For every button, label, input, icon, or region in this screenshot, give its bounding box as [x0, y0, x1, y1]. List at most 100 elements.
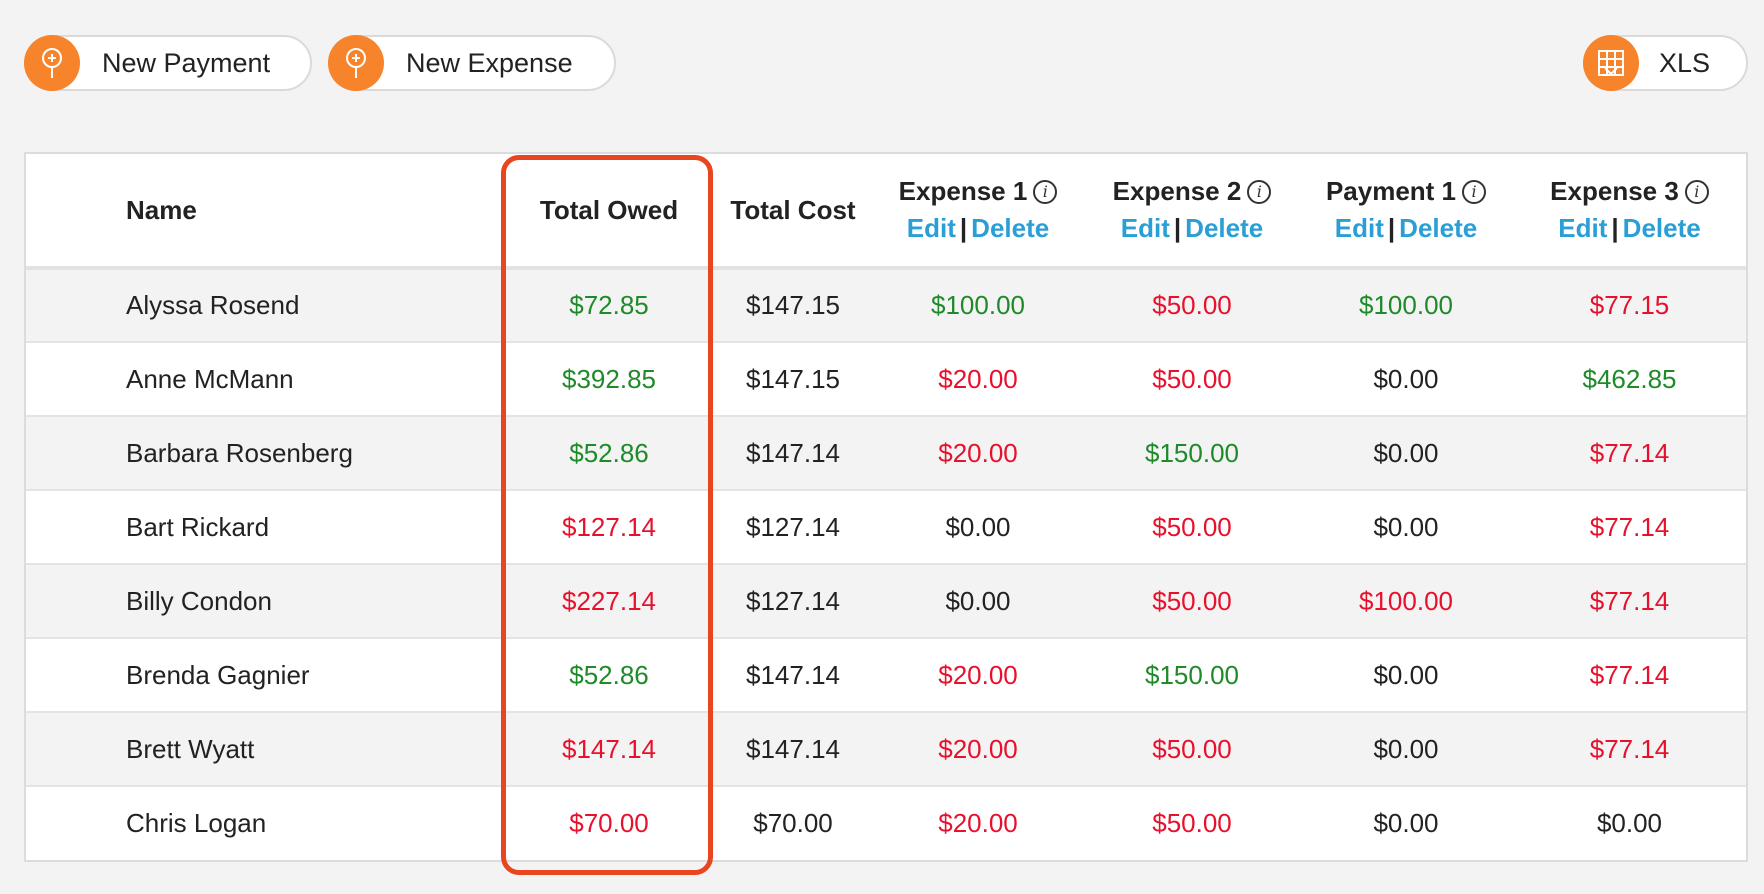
expense-title-text: Payment 1: [1325, 176, 1457, 206]
separator: |: [1173, 213, 1182, 243]
table-row: Barbara Rosenberg $52.86 $147.14 $20.00 $150…: [26, 415, 1746, 490]
total-owed-cell: $392.85: [503, 341, 715, 416]
expense-title-text: Expense 3: [1550, 176, 1679, 206]
edit-link[interactable]: Edit: [1335, 213, 1384, 243]
edit-link[interactable]: Edit: [907, 213, 956, 243]
new-payment-button[interactable]: New Payment: [24, 35, 312, 91]
total-owed-cell: $52.86: [503, 637, 715, 712]
name-cell: Brenda Gagnier: [26, 637, 503, 712]
info-icon[interactable]: i: [1684, 179, 1709, 204]
separator: |: [1611, 213, 1619, 243]
total-cost-cell: $147.15: [715, 267, 871, 342]
total-cost-cell: $70.00: [715, 785, 871, 860]
edit-link[interactable]: Edit: [1121, 213, 1170, 243]
amount-cell: $20.00: [871, 637, 1085, 712]
expense-title-text: Expense 1: [898, 176, 1028, 206]
total-cost-cell: $127.14: [715, 489, 871, 564]
expense-title: Expense 3i: [1513, 176, 1746, 207]
balances-table: Name Total Owed Total Cost Expense 1 i Edi…: [24, 152, 1748, 862]
amount-cell: $0.00: [1299, 711, 1513, 786]
total-cost-cell: $147.14: [715, 711, 871, 786]
new-payment-label: New Payment: [102, 47, 271, 78]
expense-title: Expense 1i: [871, 176, 1085, 207]
amount-cell: $50.00: [1085, 341, 1299, 416]
header-total-cost: Total Cost: [715, 154, 871, 270]
table-row: Chris Logan $70.00 $70.00 $20.00 $50.00 $0.00…: [26, 785, 1746, 860]
total-cost-cell: $147.15: [715, 341, 871, 416]
info-icon[interactable]: i: [1247, 179, 1272, 204]
expense-actions: Edit | Delete: [871, 213, 1085, 244]
name-cell: Bart Rickard: [26, 489, 503, 564]
total-owed-cell: $70.00: [503, 785, 715, 860]
new-expense-label: New Expense: [406, 47, 573, 78]
total-owed-cell: $72.85: [503, 267, 715, 342]
delete-link[interactable]: Delete: [1185, 213, 1263, 243]
amount-cell: $0.00: [1299, 785, 1513, 860]
expense-title-text: Expense 2: [1112, 176, 1242, 206]
total-owed-cell: $52.86: [503, 415, 715, 490]
total-owed-cell: $227.14: [503, 563, 715, 638]
header-name: Name: [26, 154, 503, 270]
name-cell: Barbara Rosenberg: [26, 415, 503, 490]
info-icon[interactable]: i: [1462, 179, 1487, 204]
add-pin-icon: [24, 35, 80, 91]
amount-cell: $50.00: [1085, 563, 1299, 638]
amount-cell: $0.00: [871, 563, 1085, 638]
amount-cell: $50.00: [1085, 711, 1299, 786]
header-expense-col: Expense 2 i Edit | Delete: [1085, 154, 1299, 270]
amount-cell: $77.14: [1513, 563, 1746, 638]
name-cell: Alyssa Rosend: [26, 267, 503, 342]
amount-cell: $100.00: [1299, 563, 1513, 638]
header-expense-col: Expense 3 i Edit | Delete: [1513, 154, 1746, 270]
amount-cell: $77.15: [1513, 267, 1746, 342]
amount-cell: $50.00: [1085, 489, 1299, 564]
name-cell: Chris Logan: [26, 785, 503, 860]
expense-actions: Edit | Delete: [1513, 213, 1746, 244]
expense-title: Expense 2i: [1085, 176, 1299, 207]
amount-cell: $462.85: [1513, 341, 1746, 416]
new-expense-button[interactable]: New Expense: [328, 35, 616, 91]
amount-cell: $20.00: [871, 415, 1085, 490]
edit-link[interactable]: Edit: [1558, 213, 1607, 243]
amount-cell: $0.00: [1513, 785, 1746, 860]
expense-title: Payment 1i: [1299, 176, 1513, 207]
amount-cell: $0.00: [1299, 489, 1513, 564]
amount-cell: $50.00: [1085, 267, 1299, 342]
header-row: Name Total Owed Total Cost Expense 1 i Edi…: [26, 154, 1746, 270]
amount-cell: $0.00: [1299, 637, 1513, 712]
table-row: Billy Condon $227.14 $127.14 $0.00 $50.00 $10…: [26, 563, 1746, 638]
amount-cell: $77.14: [1513, 637, 1746, 712]
separator: |: [1387, 213, 1396, 243]
expense-actions: Edit | Delete: [1299, 213, 1513, 244]
total-cost-cell: $127.14: [715, 563, 871, 638]
info-icon[interactable]: i: [1033, 179, 1058, 204]
amount-cell: $100.00: [1299, 267, 1513, 342]
amount-cell: $0.00: [871, 489, 1085, 564]
amount-cell: $100.00: [871, 267, 1085, 342]
header-expense-col: Payment 1 i Edit | Delete: [1299, 154, 1513, 270]
amount-cell: $150.00: [1085, 637, 1299, 712]
header-total-owed: Total Owed: [503, 154, 715, 270]
name-cell: Anne McMann: [26, 341, 503, 416]
amount-cell: $20.00: [871, 711, 1085, 786]
delete-link[interactable]: Delete: [971, 213, 1049, 243]
table-row: Alyssa Rosend $72.85 $147.15 $100.00 $50.00 $…: [26, 267, 1746, 342]
total-owed-cell: $127.14: [503, 489, 715, 564]
amount-cell: $77.14: [1513, 415, 1746, 490]
table-body: Alyssa Rosend $72.85 $147.15 $100.00 $50.00 $…: [26, 267, 1746, 860]
table-row: Anne McMann $392.85 $147.15 $20.00 $50.00 $0.…: [26, 341, 1746, 416]
delete-link[interactable]: Delete: [1399, 213, 1477, 243]
table-row: Brenda Gagnier $52.86 $147.14 $20.00 $150.00…: [26, 637, 1746, 712]
delete-link[interactable]: Delete: [1623, 213, 1701, 243]
export-xls-button[interactable]: XLS: [1583, 35, 1748, 91]
add-pin-icon: [328, 35, 384, 91]
table-row: Bart Rickard $127.14 $127.14 $0.00 $50.00 $0.…: [26, 489, 1746, 564]
total-cost-cell: $147.14: [715, 415, 871, 490]
amount-cell: $50.00: [1085, 785, 1299, 860]
amount-cell: $20.00: [871, 341, 1085, 416]
amount-cell: $77.14: [1513, 711, 1746, 786]
name-cell: Brett Wyatt: [26, 711, 503, 786]
total-cost-cell: $147.14: [715, 637, 871, 712]
expense-actions: Edit | Delete: [1085, 213, 1299, 244]
amount-cell: $20.00: [871, 785, 1085, 860]
